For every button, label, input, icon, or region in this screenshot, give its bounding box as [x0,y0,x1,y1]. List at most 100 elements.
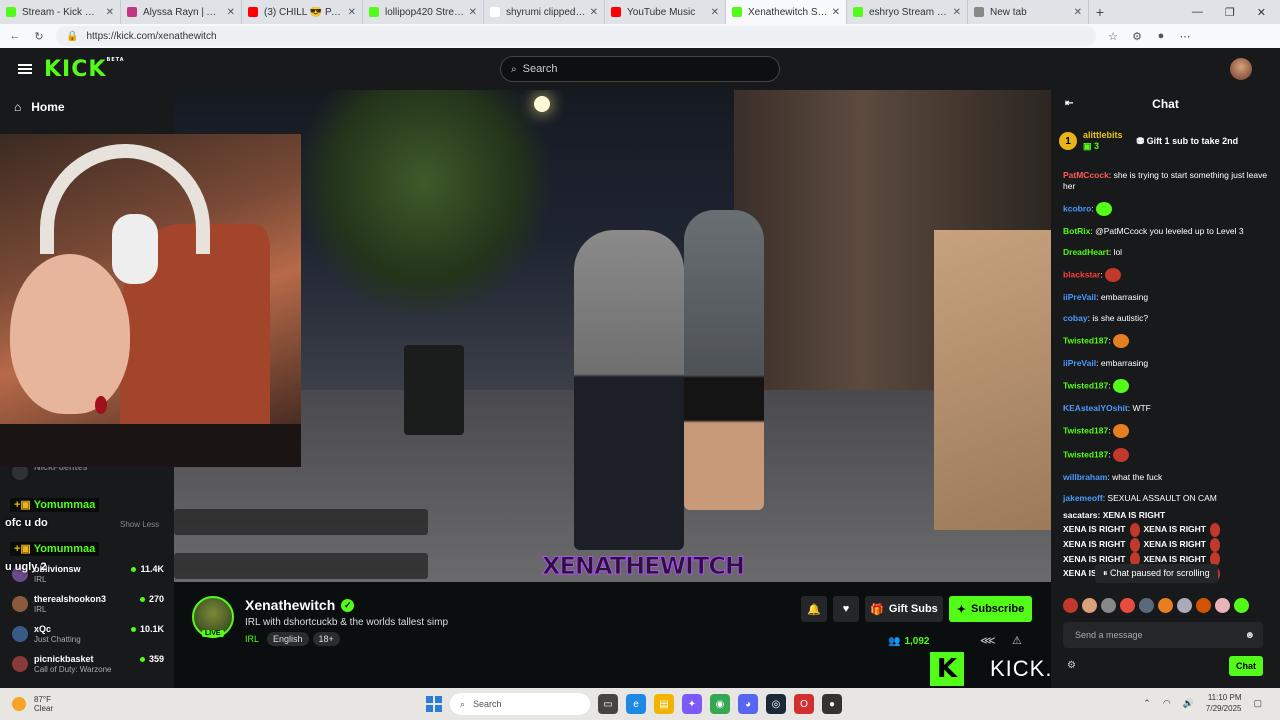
close-window-icon[interactable]: ✕ [1257,6,1266,19]
browser-tab[interactable]: YouTube Music ✕ [605,0,726,24]
user-avatar[interactable] [1230,58,1252,80]
settings-icon[interactable]: ⚙ [1067,660,1076,671]
edge-icon[interactable]: e [626,694,646,714]
chat-username[interactable]: iiPreVail [1063,292,1096,302]
url-field[interactable]: 🔒 https://kick.com/xenathewitch [56,26,1096,46]
close-tab-icon[interactable]: ✕ [590,7,598,18]
close-tab-icon[interactable]: ✕ [1074,7,1082,18]
browser-tab[interactable]: Xenathewitch Stre ✕ [726,0,847,24]
share-icon[interactable]: ⋘ [980,634,996,647]
browser-tab[interactable]: (3) CHILL 😎 PARTYNE ✕ [242,0,363,24]
browser-tab[interactable]: New tab ✕ [968,0,1089,24]
follow-heart-icon[interactable]: ♥ [833,596,859,622]
browser-tab[interactable]: Alyssa Rayn | Absolute ✕ [121,0,242,24]
app-icon[interactable]: ● [822,694,842,714]
close-tab-icon[interactable]: ✕ [469,7,477,18]
chat-username[interactable]: BotRix [1063,226,1090,236]
streamer-name[interactable]: Xenathewitch [245,597,335,613]
sidebar-channel[interactable]: xQc Just Chatting 10.1K [12,624,164,652]
chat-username[interactable]: cobay [1063,313,1088,323]
profile-icon[interactable]: ● [1154,30,1168,42]
pinned-gift-goal[interactable]: 1 alittlebits ▣ 3 ⛃ Gift 1 sub to take 2n… [1059,122,1273,160]
sidebar-channel[interactable]: picnickbasket Call of Duty: Warzone 359 [12,654,164,682]
steam-icon[interactable]: ◎ [766,694,786,714]
reload-icon[interactable]: ↻ [32,30,46,43]
sidebar-item-home[interactable]: ⌂ Home [14,100,65,114]
notification-bell-icon[interactable]: 🔔 [801,596,827,622]
browser-tab[interactable]: shyrumi clipped by Jo ✕ [484,0,605,24]
new-tab-button[interactable]: + [1089,4,1111,20]
start-button[interactable] [426,696,442,712]
close-tab-icon[interactable]: ✕ [348,7,356,18]
collapse-chat-icon[interactable]: ⇤ [1065,98,1073,109]
show-less-link[interactable]: Show Less [120,520,159,529]
emote-icon[interactable] [1234,598,1249,613]
chat-username[interactable]: KEAstealYOshit [1063,403,1128,413]
emote-icon[interactable] [1120,598,1135,613]
browser-tab[interactable]: lollipop420 Stream - W ✕ [363,0,484,24]
tray-chevron-icon[interactable]: ⌃ [1143,698,1151,709]
close-tab-icon[interactable]: ✕ [106,7,114,18]
chat-send-button[interactable]: Chat [1229,656,1263,676]
chat-username[interactable]: blackstar [1063,269,1100,279]
star-icon[interactable]: ☆ [1106,30,1120,43]
chat-username[interactable]: DreadHeart [1063,247,1109,257]
close-tab-icon[interactable]: ✕ [711,7,719,18]
browser-tab[interactable]: eshryo Stream - Watch ✕ [847,0,968,24]
discord-icon[interactable]: ◕ [738,694,758,714]
report-icon[interactable]: ⚠ [1012,634,1022,647]
opera-icon[interactable]: O [794,694,814,714]
chat-paused-banner[interactable]: ⏸ Chat paused for scrolling [1095,564,1218,583]
extensions-icon[interactable]: ⚙ [1130,30,1144,43]
chat-username[interactable]: Twisted187 [1063,335,1108,345]
tab-favicon-icon [369,7,379,17]
back-icon[interactable]: ← [8,30,22,42]
notifications-icon[interactable]: ▢ [1253,698,1262,709]
search-input[interactable]: ⌕ Search [500,56,780,82]
chat-username[interactable]: willbraham [1063,472,1107,482]
close-tab-icon[interactable]: ✕ [227,7,235,18]
tag-mature[interactable]: 18+ [312,632,340,646]
close-tab-icon[interactable]: ✕ [832,7,840,18]
chat-username[interactable]: Twisted187 [1063,380,1108,390]
emote-icon[interactable] [1139,598,1154,613]
emote-icon[interactable] [1196,598,1211,613]
file-explorer-icon[interactable]: ▤ [654,694,674,714]
sidebar-channel[interactable]: therealshookon3 IRL 270 [12,594,164,622]
browser-tab[interactable]: Stream - Kick Dashboard ✕ [0,0,121,24]
task-view-icon[interactable]: ▭ [598,694,618,714]
menu-dots-icon[interactable]: ⋯ [1178,30,1192,43]
weather-condition: Clear [34,704,54,713]
chat-username[interactable]: Twisted187 [1063,425,1108,435]
weather-widget[interactable]: 87°F Clear [12,695,53,713]
close-tab-icon[interactable]: ✕ [953,7,961,18]
kick-logo[interactable]: KICKBETA [44,57,125,82]
copilot-icon[interactable]: ✦ [682,694,702,714]
category-link[interactable]: IRL [245,634,259,644]
chat-username[interactable]: iiPreVail [1063,358,1096,368]
emote-icon[interactable] [1177,598,1192,613]
minimize-icon[interactable]: — [1192,6,1203,19]
chat-username[interactable]: jakemeoff [1063,493,1103,503]
chrome-icon[interactable]: ◉ [710,694,730,714]
emote-icon[interactable] [1063,598,1078,613]
emote-icon[interactable] [1215,598,1230,613]
emote-icon[interactable] [1101,598,1116,613]
send-message-input[interactable]: Send a message ☻ [1063,622,1263,648]
tag-language[interactable]: English [267,632,309,646]
clock[interactable]: 11:10 PM 7/29/2025 [1206,692,1242,714]
emote-icon[interactable] [1082,598,1097,613]
taskbar-search[interactable]: ⌕ Search [450,693,590,715]
chat-username[interactable]: kcobro [1063,203,1091,213]
chat-username[interactable]: PatMCcock [1063,170,1109,180]
subscribe-button[interactable]: ✦ Subscribe [949,596,1032,622]
maximize-icon[interactable]: ❐ [1225,6,1235,19]
gift-subs-button[interactable]: 🎁 Gift Subs [865,596,943,622]
wifi-icon[interactable]: ◠ [1163,698,1171,709]
volume-icon[interactable]: 🔊 [1183,698,1194,709]
hamburger-menu-icon[interactable] [18,64,32,74]
spam-username[interactable]: sacatars [1063,510,1098,520]
emoji-picker-icon[interactable]: ☻ [1244,630,1255,641]
chat-username[interactable]: Twisted187 [1063,449,1108,459]
emote-icon[interactable] [1158,598,1173,613]
